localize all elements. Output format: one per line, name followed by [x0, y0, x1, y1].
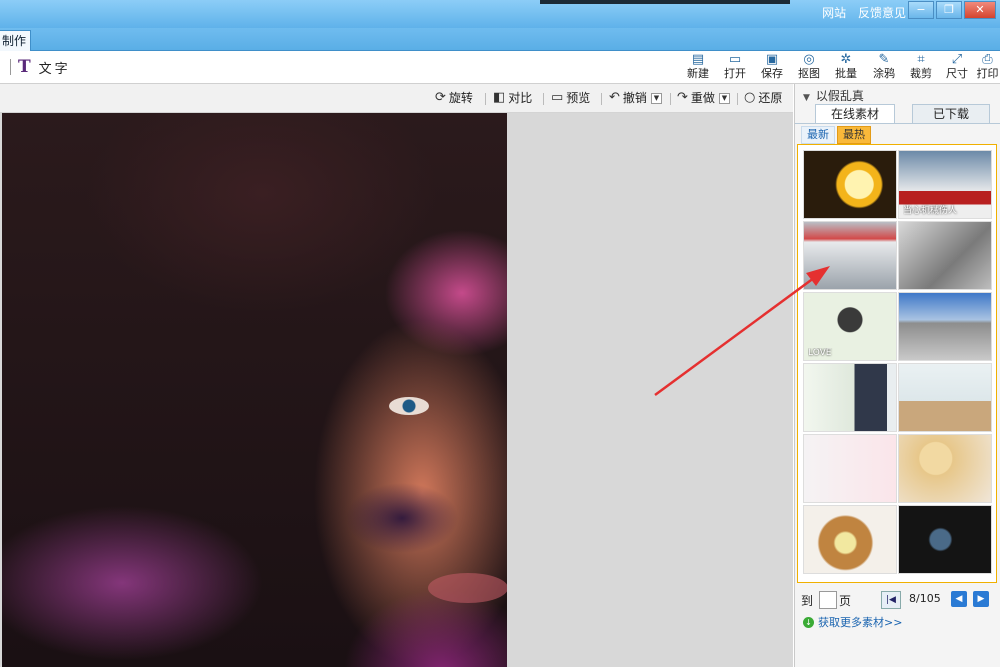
- tab-divider: [795, 123, 1000, 124]
- printer-icon: ⎙: [982, 52, 993, 67]
- text-icon: T: [18, 57, 31, 77]
- material-thumb[interactable]: [803, 363, 897, 432]
- pagination: 到 页 |◀ 8/105 ◀ ▶: [795, 589, 1000, 611]
- editbar-divider: [737, 93, 738, 105]
- material-thumb[interactable]: [803, 434, 897, 503]
- restore-icon[interactable]: ❐: [936, 1, 962, 19]
- new-file-icon: ▤: [691, 52, 705, 67]
- print-button[interactable]: ⎙ 打印: [975, 52, 1000, 82]
- title-links: 网站 反馈意见: [814, 4, 906, 21]
- editbar-divider: [543, 93, 544, 105]
- page-input[interactable]: [819, 591, 837, 609]
- crop-icon: ⌗: [917, 52, 925, 67]
- window-controls: − ❐ ✕: [906, 1, 996, 19]
- editbar-divider: [601, 93, 602, 105]
- rotate-button[interactable]: ⟳ 旋转: [435, 89, 473, 107]
- tab-downloaded[interactable]: 已下载: [912, 104, 990, 124]
- collapse-icon: ▼: [803, 93, 810, 103]
- material-panel: ▼ 以假乱真 在线素材 已下载 最新 最热 当心机械伤人 LOVE 到 页 |◀…: [794, 84, 1000, 667]
- text-tool-button[interactable]: T 文字: [18, 56, 71, 78]
- feedback-link[interactable]: 反馈意见: [858, 6, 906, 20]
- material-thumb[interactable]: [898, 363, 992, 432]
- new-button[interactable]: ▤ 新建: [681, 52, 715, 82]
- text-tool-label: 文字: [38, 61, 71, 77]
- site-link[interactable]: 网站: [822, 6, 846, 20]
- save-button[interactable]: ▣ 保存: [755, 52, 789, 82]
- first-page-button[interactable]: |◀: [881, 591, 901, 609]
- material-thumb[interactable]: [898, 434, 992, 503]
- panel-header[interactable]: ▼ 以假乱真: [803, 87, 864, 104]
- material-thumb[interactable]: [898, 221, 992, 290]
- rotate-icon: ⟳: [435, 90, 446, 105]
- redo-icon: ↷: [677, 90, 688, 105]
- undo-dropdown-icon[interactable]: ▼: [650, 92, 662, 104]
- photo-eye: [389, 397, 429, 415]
- next-page-icon[interactable]: ▶: [973, 591, 989, 607]
- batch-button[interactable]: ✲ 批量: [829, 52, 863, 82]
- cutout-button[interactable]: ◎ 抠图: [792, 52, 826, 82]
- restore-circle-icon: ○: [744, 90, 756, 105]
- title-bar: 网站 反馈意见 − ❐ ✕: [0, 0, 1000, 28]
- photo-lips: [428, 573, 507, 603]
- open-button[interactable]: ▭ 打开: [718, 52, 752, 82]
- get-more-materials-link[interactable]: ↓ 获取更多素材>>: [803, 614, 902, 630]
- resize-icon: ⤢: [951, 52, 963, 67]
- undo-icon: ↶: [609, 90, 620, 105]
- save-icon: ▣: [765, 52, 779, 67]
- material-thumb[interactable]: 当心机械伤人: [898, 150, 992, 219]
- editbar-divider: [670, 93, 671, 105]
- material-thumb[interactable]: [803, 221, 897, 290]
- brush-icon: ✎: [878, 52, 890, 67]
- doodle-button[interactable]: ✎ 涂鸦: [867, 52, 901, 82]
- tab-bar: 制作: [0, 28, 1000, 51]
- material-thumb[interactable]: [898, 505, 992, 574]
- tab-make[interactable]: 制作: [0, 30, 32, 51]
- subtab-newest[interactable]: 最新: [801, 126, 835, 144]
- main-toolbar: T 文字 ▤ 新建 ▭ 打开 ▣ 保存 ◎ 抠图 ✲ 批量 ✎ 涂鸦 ⌗ 裁剪 …: [0, 51, 1000, 84]
- crop-button[interactable]: ⌗ 裁剪: [904, 52, 938, 82]
- material-thumb[interactable]: [803, 150, 897, 219]
- toolbar-divider: [10, 59, 11, 75]
- material-thumb[interactable]: [898, 292, 992, 361]
- prev-page-icon[interactable]: ◀: [951, 591, 967, 607]
- title-strip: [540, 0, 790, 4]
- material-thumb[interactable]: LOVE: [803, 292, 897, 361]
- edit-bar: ⟳ 旋转 ◧ 对比 ▭ 预览 ↶ 撤销 ▼ ↷ 重做 ▼ ○ 还原: [0, 84, 793, 113]
- editbar-divider: [485, 93, 486, 105]
- material-grid: 当心机械伤人 LOVE: [797, 144, 997, 583]
- size-button[interactable]: ⤢ 尺寸: [940, 52, 974, 82]
- compare-icon: ◧: [493, 90, 506, 105]
- download-icon: ↓: [803, 616, 814, 628]
- subtab-hottest[interactable]: 最热: [837, 126, 871, 144]
- tab-online-materials[interactable]: 在线素材: [815, 104, 895, 123]
- folder-icon: ▭: [728, 52, 742, 67]
- cutout-icon: ◎: [803, 52, 815, 67]
- goto-label: 到: [801, 594, 814, 608]
- minimize-icon[interactable]: −: [908, 1, 934, 19]
- compare-button[interactable]: ◧ 对比: [493, 89, 532, 107]
- page-count: 8/105: [909, 592, 941, 605]
- material-thumb[interactable]: [803, 505, 897, 574]
- preview-icon: ▭: [551, 90, 564, 105]
- page-label: 页: [839, 594, 852, 608]
- edited-photo[interactable]: [2, 113, 507, 667]
- preview-button[interactable]: ▭ 预览: [551, 89, 590, 107]
- redo-dropdown-icon[interactable]: ▼: [718, 92, 730, 104]
- redo-button[interactable]: ↷ 重做 ▼: [677, 89, 730, 107]
- undo-button[interactable]: ↶ 撤销 ▼: [609, 89, 662, 107]
- restore-button[interactable]: ○ 还原: [744, 89, 782, 107]
- close-icon[interactable]: ✕: [964, 1, 996, 19]
- canvas-area[interactable]: [0, 113, 793, 667]
- gear-icon: ✲: [840, 52, 852, 67]
